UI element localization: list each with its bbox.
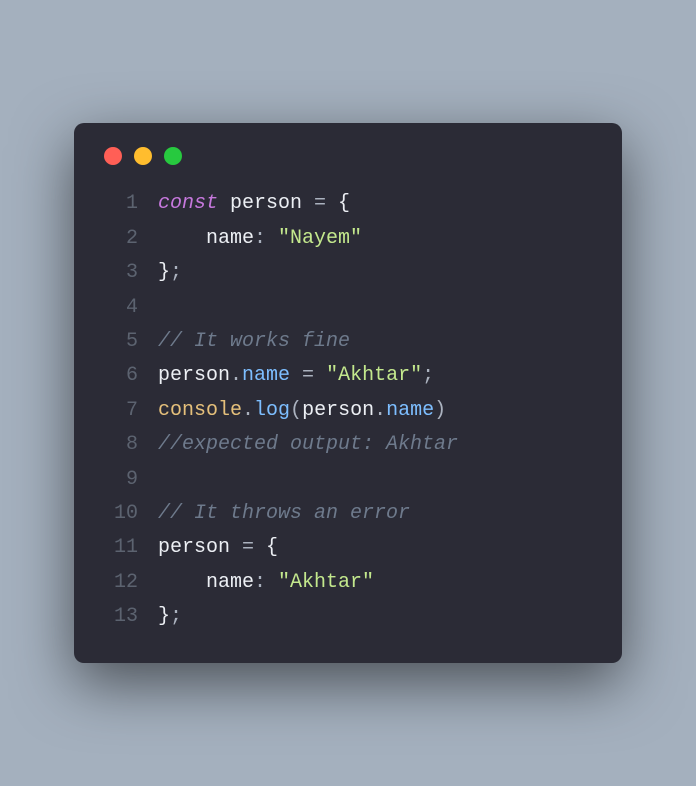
line-content: console.log(person.name)	[158, 394, 446, 428]
line-number: 10	[98, 497, 138, 531]
line-number: 2	[98, 222, 138, 256]
line-content: // It throws an error	[158, 497, 410, 531]
line-number: 8	[98, 428, 138, 462]
code-token	[158, 468, 170, 491]
code-token: ;	[170, 261, 182, 284]
line-number: 4	[98, 291, 138, 325]
code-token: (	[290, 399, 302, 422]
line-content: name: "Akhtar"	[158, 566, 374, 600]
line-content	[158, 291, 170, 325]
code-line: 5 // It works fine	[98, 325, 598, 359]
code-token: )	[434, 399, 446, 422]
line-number: 6	[98, 359, 138, 393]
code-token: :	[254, 571, 278, 594]
code-token: :	[254, 227, 278, 250]
code-token: .	[242, 399, 254, 422]
code-token: name	[206, 227, 254, 250]
code-token	[158, 227, 206, 250]
code-token: =	[290, 364, 326, 387]
line-number: 12	[98, 566, 138, 600]
code-line: 9	[98, 463, 598, 497]
code-line: 4	[98, 291, 598, 325]
code-token: person	[158, 536, 242, 559]
line-content: //expected output: Akhtar	[158, 428, 458, 462]
line-content: const person = {	[158, 187, 350, 221]
line-content: // It works fine	[158, 325, 350, 359]
code-token	[158, 296, 170, 319]
code-block: 1const person = {2 name: "Nayem"3};4 5//…	[98, 187, 598, 634]
code-token: "Akhtar"	[326, 364, 422, 387]
line-number: 13	[98, 600, 138, 634]
line-content: person = {	[158, 531, 278, 565]
code-token: }	[158, 605, 170, 628]
code-token: name	[242, 364, 290, 387]
code-token: {	[338, 192, 350, 215]
code-line: 12 name: "Akhtar"	[98, 566, 598, 600]
code-line: 1 const person = {	[98, 187, 598, 221]
code-token: =	[242, 536, 266, 559]
code-line: 7console.log(person.name)	[98, 394, 598, 428]
code-token: // It works fine	[158, 330, 350, 353]
minimize-icon	[134, 147, 152, 165]
code-token: person	[218, 192, 314, 215]
code-token: .	[374, 399, 386, 422]
code-line: 11 person = {	[98, 531, 598, 565]
code-line: 8 //expected output: Akhtar	[98, 428, 598, 462]
code-token: ;	[422, 364, 434, 387]
code-token: log	[254, 399, 290, 422]
traffic-lights	[104, 147, 598, 165]
code-line: 10 // It throws an error	[98, 497, 598, 531]
code-token: "Akhtar"	[278, 571, 374, 594]
line-number: 5	[98, 325, 138, 359]
code-token: ;	[170, 605, 182, 628]
code-token: name	[386, 399, 434, 422]
code-line: 13};	[98, 600, 598, 634]
code-token: {	[266, 536, 278, 559]
code-line: 2 name: "Nayem"	[98, 222, 598, 256]
code-window: 1const person = {2 name: "Nayem"3};4 5//…	[74, 123, 622, 662]
line-number: 3	[98, 256, 138, 290]
close-icon	[104, 147, 122, 165]
code-token: person	[158, 364, 230, 387]
line-number: 7	[98, 394, 138, 428]
code-token: person	[302, 399, 374, 422]
code-line: 6 person.name = "Akhtar";	[98, 359, 598, 393]
line-number: 11	[98, 531, 138, 565]
code-token: // It throws an error	[158, 502, 410, 525]
line-number: 9	[98, 463, 138, 497]
line-content: };	[158, 600, 182, 634]
zoom-icon	[164, 147, 182, 165]
code-token: }	[158, 261, 170, 284]
line-content	[158, 463, 170, 497]
line-content: name: "Nayem"	[158, 222, 362, 256]
line-number: 1	[98, 187, 138, 221]
code-token: console	[158, 399, 242, 422]
code-token: //expected output: Akhtar	[158, 433, 458, 456]
code-line: 3};	[98, 256, 598, 290]
code-token: const	[158, 192, 218, 215]
code-token: .	[230, 364, 242, 387]
line-content: person.name = "Akhtar";	[158, 359, 434, 393]
line-content: };	[158, 256, 182, 290]
code-token	[158, 571, 206, 594]
code-token: =	[314, 192, 338, 215]
code-token: "Nayem"	[278, 227, 362, 250]
code-token: name	[206, 571, 254, 594]
